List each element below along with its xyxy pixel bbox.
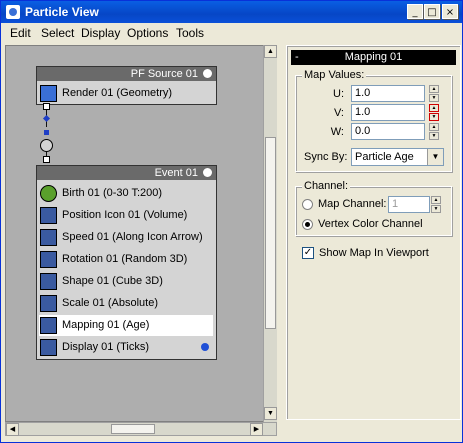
- mapping-rollout-header[interactable]: - Mapping 01: [291, 50, 456, 65]
- pf-source-node[interactable]: PF Source 01 Render 01 (Geometry): [36, 66, 217, 105]
- scroll-left-button[interactable]: ◀: [6, 423, 19, 436]
- event-title: Event 01: [154, 167, 198, 179]
- map-channel-spinner[interactable]: ▲ ▼: [431, 196, 441, 213]
- event-operator-label: Birth 01 (0-30 T:200): [62, 187, 163, 199]
- scroll-down-button[interactable]: ▼: [264, 407, 277, 420]
- render-operator-row[interactable]: Render 01 (Geometry): [39, 83, 215, 104]
- v-value-field[interactable]: 1.0: [351, 104, 425, 121]
- u-value-field[interactable]: 1.0: [351, 85, 425, 102]
- u-spinner[interactable]: ▲ ▼: [429, 85, 439, 102]
- particle-diagram-canvas[interactable]: PF Source 01 Render 01 (Geometry) Event …: [5, 45, 277, 422]
- show-map-label[interactable]: Show Map In Viewport: [319, 247, 429, 259]
- menu-select[interactable]: Select: [41, 26, 74, 40]
- event-operator-row[interactable]: Position Icon 01 (Volume): [39, 205, 213, 226]
- parameters-panel: - Mapping 01 Map Values: U: 1.0 ▲ ▼ V: 1.…: [286, 45, 461, 420]
- sync-by-value: Particle Age: [355, 151, 414, 163]
- hscroll-thumb[interactable]: [111, 424, 155, 434]
- event-operator-label: Mapping 01 (Age): [62, 319, 150, 331]
- menu-options[interactable]: Options: [127, 26, 168, 40]
- event-operator-row[interactable]: Mapping 01 (Age): [39, 315, 213, 336]
- show-map-checkbox[interactable]: ✓: [302, 247, 314, 259]
- scroll-thumb[interactable]: [265, 137, 276, 329]
- pf-source-header[interactable]: PF Source 01: [37, 67, 216, 81]
- map-channel-radio[interactable]: [302, 199, 313, 210]
- sync-by-label: Sync By:: [304, 151, 348, 163]
- scroll-right-button[interactable]: ▶: [250, 423, 263, 436]
- event-input-socket[interactable]: [43, 156, 50, 163]
- skull-icon: [203, 69, 212, 78]
- display-icon: [40, 339, 57, 356]
- event-operator-label: Display 01 (Ticks): [62, 341, 149, 353]
- menu-edit[interactable]: Edit: [10, 26, 31, 40]
- w-value-field[interactable]: 0.0: [351, 123, 425, 140]
- event-operator-label: Rotation 01 (Random 3D): [62, 253, 188, 265]
- app-icon: [6, 5, 20, 19]
- input-socket-icon[interactable]: [40, 139, 53, 152]
- vertex-color-radio[interactable]: [302, 219, 313, 230]
- vertex-color-label[interactable]: Vertex Color Channel: [318, 218, 423, 230]
- wire-dot-icon: [42, 114, 51, 123]
- event-header[interactable]: Event 01: [37, 166, 216, 180]
- rollout-title: Mapping 01: [344, 51, 403, 63]
- v-label: V:: [334, 107, 344, 119]
- display-indicator-icon: [201, 343, 209, 351]
- window-title: Particle View: [25, 5, 99, 19]
- particle-view-window: Particle View _ □ × Edit Select Display …: [0, 0, 463, 443]
- event-operator-row[interactable]: Scale 01 (Absolute): [39, 293, 213, 314]
- vertical-scrollbar[interactable]: ▲ ▼: [263, 45, 277, 422]
- speed-icon: [40, 229, 57, 246]
- menu-tools[interactable]: Tools: [176, 26, 204, 40]
- render-icon: [40, 85, 57, 102]
- event-operator-row[interactable]: Display 01 (Ticks): [39, 337, 213, 358]
- map-channel-field[interactable]: 1: [388, 196, 430, 213]
- event-operator-label: Position Icon 01 (Volume): [62, 209, 188, 221]
- event-operator-row[interactable]: Shape 01 (Cube 3D): [39, 271, 213, 292]
- maximize-button[interactable]: □: [424, 4, 440, 19]
- map-values-label: Map Values:: [302, 69, 367, 81]
- sync-by-dropdown[interactable]: Particle Age ▼: [351, 148, 444, 166]
- horizontal-scrollbar[interactable]: ◀ ▶: [5, 422, 277, 436]
- output-socket[interactable]: [43, 103, 50, 110]
- event-operator-label: Speed 01 (Along Icon Arrow): [62, 231, 203, 243]
- w-spinner[interactable]: ▲ ▼: [429, 123, 439, 140]
- chevron-down-icon[interactable]: ▼: [427, 149, 443, 165]
- event-operator-row[interactable]: Speed 01 (Along Icon Arrow): [39, 227, 213, 248]
- rollout-collapse-button[interactable]: -: [295, 50, 299, 65]
- u-label: U:: [333, 88, 344, 100]
- minimize-button[interactable]: _: [407, 4, 423, 19]
- event-operator-label: Shape 01 (Cube 3D): [62, 275, 163, 287]
- event-operator-row[interactable]: Birth 01 (0-30 T:200): [39, 183, 213, 204]
- mapping-icon: [40, 317, 57, 334]
- menu-display[interactable]: Display: [81, 26, 120, 40]
- skull-icon: [203, 168, 212, 177]
- scroll-up-button[interactable]: ▲: [264, 45, 277, 58]
- wire-arrow-icon: [44, 130, 49, 135]
- close-button[interactable]: ×: [442, 4, 458, 19]
- scale-icon: [40, 295, 57, 312]
- rotation-icon: [40, 251, 57, 268]
- v-spinner[interactable]: ▲ ▼: [429, 104, 439, 121]
- birth-icon: [40, 185, 57, 202]
- pf-source-title: PF Source 01: [130, 68, 198, 80]
- menu-bar: Edit Select Display Options Tools: [1, 23, 462, 42]
- event-operator-label: Scale 01 (Absolute): [62, 297, 158, 309]
- render-operator-label: Render 01 (Geometry): [62, 87, 173, 99]
- position-icon-icon: [40, 207, 57, 224]
- title-bar[interactable]: Particle View _ □ ×: [1, 1, 462, 23]
- shape-icon: [40, 273, 57, 290]
- event-operator-row[interactable]: Rotation 01 (Random 3D): [39, 249, 213, 270]
- map-channel-label[interactable]: Map Channel:: [318, 198, 387, 210]
- channel-label: Channel:: [302, 180, 351, 192]
- w-label: W:: [330, 126, 344, 138]
- event-node[interactable]: Event 01 Birth 01 (0-30 T:200) Position I…: [36, 165, 217, 360]
